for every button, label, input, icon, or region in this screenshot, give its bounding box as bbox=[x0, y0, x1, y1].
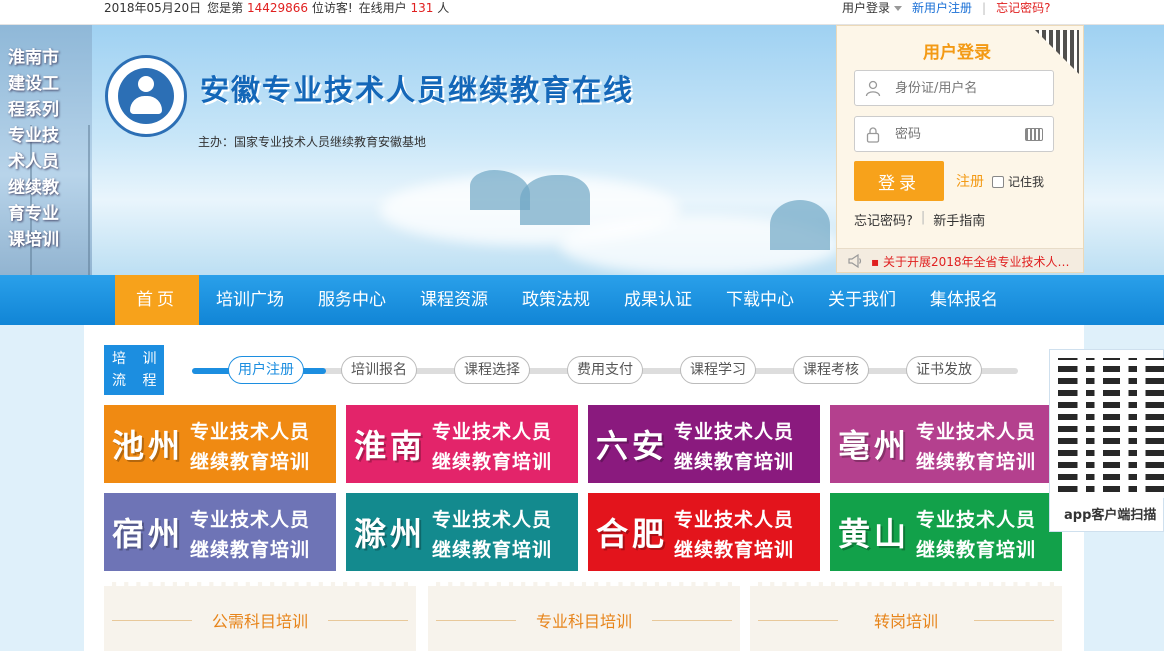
online-count: 131 bbox=[410, 1, 434, 15]
nav-home[interactable]: 首页 bbox=[115, 275, 199, 325]
mountain-decoration bbox=[770, 200, 830, 250]
side-ad-text: 淮南市 建设工 程系列 专业技 术人员 继续教 育专业 课培训 bbox=[8, 48, 59, 250]
step-course-study[interactable]: 课程学习 bbox=[680, 356, 756, 384]
password-field[interactable] bbox=[854, 116, 1054, 152]
site-logo[interactable] bbox=[105, 55, 187, 137]
step-course-exam[interactable]: 课程考核 bbox=[793, 356, 869, 384]
step-user-register[interactable]: 用户注册 bbox=[228, 356, 304, 384]
online-users-text: 在线用户 131 人 bbox=[358, 1, 450, 15]
qr-caption: app客户端扫描 bbox=[1064, 508, 1157, 523]
current-date: 2018年05月20日 bbox=[104, 1, 202, 15]
city-tile-huainan[interactable]: 淮南 专业技术人员 继续教育培训 bbox=[346, 405, 578, 483]
visitor-count: 14429866 bbox=[246, 1, 309, 15]
login-title: 用户登录 bbox=[923, 43, 991, 63]
city-tile-chuzhou[interactable]: 滁州 专业技术人员 继续教育培训 bbox=[346, 493, 578, 571]
divider: | bbox=[982, 1, 987, 15]
category-public-training[interactable]: 公需科目培训 bbox=[104, 582, 416, 651]
top-user-links: 用户登录 新用户注册 | 忘记密码? bbox=[842, 0, 1050, 16]
notice-link[interactable]: ▪ 关于开展2018年全省专业技术人员... bbox=[871, 253, 1077, 270]
site-stats: 2018年05月20日 您是第 14429866 位访客! 在线用户 131 人 bbox=[104, 0, 449, 16]
step-fee-payment[interactable]: 费用支付 bbox=[567, 356, 643, 384]
keyboard-icon[interactable] bbox=[1025, 128, 1043, 141]
notice-ticker: ▪ 关于开展2018年全省专业技术人员... bbox=[837, 248, 1083, 272]
city-tile-chizhou[interactable]: 池州 专业技术人员 继续教育培训 bbox=[104, 405, 336, 483]
nav-downloads[interactable]: 下载中心 bbox=[709, 275, 811, 325]
nav-about-us[interactable]: 关于我们 bbox=[811, 275, 913, 325]
nav-training-plaza[interactable]: 培训广场 bbox=[199, 275, 301, 325]
step-course-selection[interactable]: 课程选择 bbox=[454, 356, 530, 384]
host-organization: 主办：国家专业技术人员继续教育安徽基地 bbox=[198, 135, 427, 149]
nav-policies[interactable]: 政策法规 bbox=[505, 275, 607, 325]
megaphone-icon bbox=[848, 253, 862, 269]
step-certificate-issue[interactable]: 证书发放 bbox=[906, 356, 982, 384]
beginner-guide-link[interactable]: 新手指南 bbox=[933, 210, 985, 229]
username-field[interactable] bbox=[854, 70, 1054, 106]
nav-course-resources[interactable]: 课程资源 bbox=[403, 275, 505, 325]
password-input[interactable] bbox=[895, 124, 1035, 144]
login-button[interactable]: 登录 bbox=[854, 161, 944, 201]
user-icon bbox=[865, 80, 881, 97]
city-tile-suzhou[interactable]: 宿州 专业技术人员 继续教育培训 bbox=[104, 493, 336, 571]
main-content: 培 训 流 程 用户注册 培训报名 课程选择 费用支付 课程学习 课程考核 证书… bbox=[84, 325, 1084, 651]
new-user-register-link[interactable]: 新用户注册 bbox=[912, 0, 972, 16]
divider bbox=[328, 620, 408, 621]
step-training-signup[interactable]: 培训报名 bbox=[341, 356, 417, 384]
category-job-transfer-training[interactable]: 转岗培训 bbox=[750, 582, 1062, 651]
city-tile-bozhou[interactable]: 亳州 专业技术人员 继续教育培训 bbox=[830, 405, 1062, 483]
top-status-bar: 2018年05月20日 您是第 14429866 位访客! 在线用户 131 人… bbox=[0, 0, 1164, 25]
divider bbox=[652, 620, 732, 621]
login-links: 忘记密码? | 新手指南 bbox=[854, 210, 985, 229]
lock-icon bbox=[866, 127, 880, 143]
category-professional-training[interactable]: 专业科目培训 bbox=[428, 582, 740, 651]
qr-code-icon[interactable] bbox=[1035, 30, 1079, 74]
site-title: 安徽专业技术人员继续教育在线 bbox=[200, 73, 635, 107]
main-nav: 首页 培训广场 服务中心 课程资源 政策法规 成果认证 下载中心 关于我们 集体… bbox=[0, 275, 1164, 325]
logo-emblem-icon bbox=[118, 68, 174, 124]
visitor-text: 您是第 14429866 位访客! bbox=[207, 1, 353, 15]
forgot-password-top-link[interactable]: 忘记密码? bbox=[996, 0, 1050, 16]
username-input[interactable] bbox=[895, 78, 1035, 98]
divider: | bbox=[920, 210, 926, 225]
app-qr-float[interactable]: app客户端扫描 bbox=[1049, 349, 1164, 532]
nav-service-center[interactable]: 服务中心 bbox=[301, 275, 403, 325]
forgot-password-link[interactable]: 忘记密码? bbox=[854, 210, 913, 229]
mountain-decoration bbox=[520, 175, 590, 225]
remember-me-checkbox[interactable]: 记住我 bbox=[992, 173, 1044, 190]
nav-certification[interactable]: 成果认证 bbox=[607, 275, 709, 325]
divider bbox=[974, 620, 1054, 621]
chevron-down-icon bbox=[894, 6, 903, 11]
city-tile-huangshan[interactable]: 黄山 专业技术人员 继续教育培训 bbox=[830, 493, 1062, 571]
checkbox-icon[interactable] bbox=[992, 175, 1004, 188]
qr-code-icon bbox=[1058, 358, 1164, 498]
login-panel: 用户登录 登录 注册 记住我 忘记密码? | 新手指南 ▪ 关于开展2018年全… bbox=[836, 25, 1084, 273]
process-label: 培 训 流 程 bbox=[104, 345, 164, 395]
city-tile-hefei[interactable]: 合肥 专业技术人员 继续教育培训 bbox=[588, 493, 820, 571]
nav-group-registration[interactable]: 集体报名 bbox=[913, 275, 1015, 325]
register-link[interactable]: 注册 bbox=[956, 171, 984, 191]
city-tile-luan[interactable]: 六安 专业技术人员 继续教育培训 bbox=[588, 405, 820, 483]
user-login-dropdown[interactable]: 用户登录 bbox=[842, 0, 903, 16]
